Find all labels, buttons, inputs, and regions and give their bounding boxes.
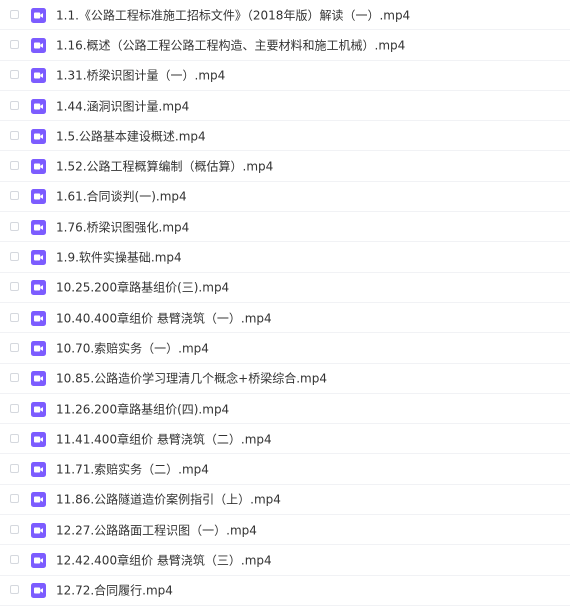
row-checkbox[interactable] [10,433,19,443]
file-row-5[interactable]: 1.5.公路基本建设概述.mp4 [0,121,570,152]
file-row-13[interactable]: 10.85.公路造价学习理清几个概念+桥梁综合.mp4 [0,364,570,394]
video-file-icon [31,492,46,508]
file-row-14[interactable]: 11.26.200章路基组价(四).mp4 [0,394,570,425]
file-row-18[interactable]: 12.27.公路路面工程识图（一）.mp4 [0,515,570,546]
row-checkbox[interactable] [10,130,19,140]
video-file-icon [31,250,46,266]
file-name: 1.44.涵洞识图计量.mp4 [56,99,190,114]
file-row-20[interactable]: 12.72.合同履行.mp4 [0,576,570,606]
file-name: 10.70.索赔实务（一）.mp4 [56,341,209,356]
row-checkbox[interactable] [10,342,19,352]
file-name: 12.72.合同履行.mp4 [56,583,173,598]
file-row-10[interactable]: 10.25.200章路基组价(三).mp4 [0,273,570,303]
video-file-icon [31,7,46,23]
row-checkbox[interactable] [10,191,19,201]
video-file-icon [31,431,46,447]
file-name: 1.52.公路工程概算编制（概估算）.mp4 [56,159,274,174]
file-row-16[interactable]: 11.71.索赔实务（二）.mp4 [0,454,570,485]
video-file-icon [31,371,46,387]
row-checkbox[interactable] [10,494,19,504]
video-file-icon [31,37,46,53]
video-file-icon [31,280,46,296]
file-row-3[interactable]: 1.31.桥梁识图计量（一）.mp4 [0,61,570,91]
row-checkbox[interactable] [10,9,19,19]
video-file-icon [31,128,46,144]
file-name: 1.76.桥梁识图强化.mp4 [56,220,190,235]
video-file-icon [31,189,46,205]
row-checkbox[interactable] [10,70,19,80]
file-name: 11.71.索赔实务（二）.mp4 [56,462,209,477]
row-checkbox[interactable] [10,464,19,474]
video-file-icon [31,462,46,478]
row-checkbox[interactable] [10,39,19,49]
video-file-icon [31,219,46,235]
file-row-1[interactable]: 1.1.《公路工程标准施工招标文件》（2018年版）解读（一）.mp4 [0,0,570,31]
file-name: 11.41.400章组价 悬臂浇筑（二）.mp4 [56,432,272,447]
video-file-icon [31,98,46,114]
file-name: 1.9.软件实操基础.mp4 [56,250,182,265]
row-checkbox[interactable] [10,373,19,383]
row-checkbox[interactable] [10,161,19,171]
file-row-9[interactable]: 1.9.软件实操基础.mp4 [0,242,570,273]
video-file-icon [31,68,46,84]
file-row-12[interactable]: 10.70.索赔实务（一）.mp4 [0,333,570,364]
file-row-15[interactable]: 11.41.400章组价 悬臂浇筑（二）.mp4 [0,424,570,455]
file-row-17[interactable]: 11.86.公路隧道造价案例指引（上）.mp4 [0,485,570,516]
file-row-8[interactable]: 1.76.桥梁识图强化.mp4 [0,212,570,243]
file-row-6[interactable]: 1.52.公路工程概算编制（概估算）.mp4 [0,151,570,182]
file-name: 11.86.公路隧道造价案例指引（上）.mp4 [56,492,281,507]
file-name: 10.85.公路造价学习理清几个概念+桥梁综合.mp4 [56,371,327,386]
file-row-19[interactable]: 12.42.400章组价 悬臂浇筑（三）.mp4 [0,545,570,576]
row-checkbox[interactable] [10,585,19,595]
file-name: 12.42.400章组价 悬臂浇筑（三）.mp4 [56,553,272,568]
file-row-7[interactable]: 1.61.合同谈判(一).mp4 [0,182,570,213]
file-row-11[interactable]: 10.40.400章组价 悬臂浇筑（一）.mp4 [0,303,570,334]
row-checkbox[interactable] [10,554,19,564]
file-name: 10.25.200章路基组价(三).mp4 [56,280,230,295]
file-name: 12.27.公路路面工程识图（一）.mp4 [56,523,257,538]
video-file-icon [31,583,46,599]
file-list: 1.1.《公路工程标准施工招标文件》（2018年版）解读（一）.mp4 1.16… [0,0,570,608]
row-checkbox[interactable] [10,403,19,413]
row-checkbox[interactable] [10,252,19,262]
file-row-2[interactable]: 1.16.概述（公路工程公路工程构造、主要材料和施工机械）.mp4 [0,30,570,61]
row-checkbox[interactable] [10,524,19,534]
video-file-icon [31,310,46,326]
file-name: 10.40.400章组价 悬臂浇筑（一）.mp4 [56,311,272,326]
video-file-icon [31,401,46,417]
video-file-icon [31,552,46,568]
file-name: 1.31.桥梁识图计量（一）.mp4 [56,68,226,83]
file-name: 1.1.《公路工程标准施工招标文件》（2018年版）解读（一）.mp4 [56,8,411,23]
video-file-icon [31,340,46,356]
file-name: 1.61.合同谈判(一).mp4 [56,189,187,204]
video-file-icon [31,159,46,175]
video-file-icon [31,522,46,538]
file-name: 1.16.概述（公路工程公路工程构造、主要材料和施工机械）.mp4 [56,38,406,53]
file-name: 1.5.公路基本建设概述.mp4 [56,129,206,144]
row-checkbox[interactable] [10,221,19,231]
row-checkbox[interactable] [10,312,19,322]
file-row-4[interactable]: 1.44.涵洞识图计量.mp4 [0,91,570,122]
file-name: 11.26.200章路基组价(四).mp4 [56,402,230,416]
row-checkbox[interactable] [10,100,19,110]
row-checkbox[interactable] [10,282,19,292]
